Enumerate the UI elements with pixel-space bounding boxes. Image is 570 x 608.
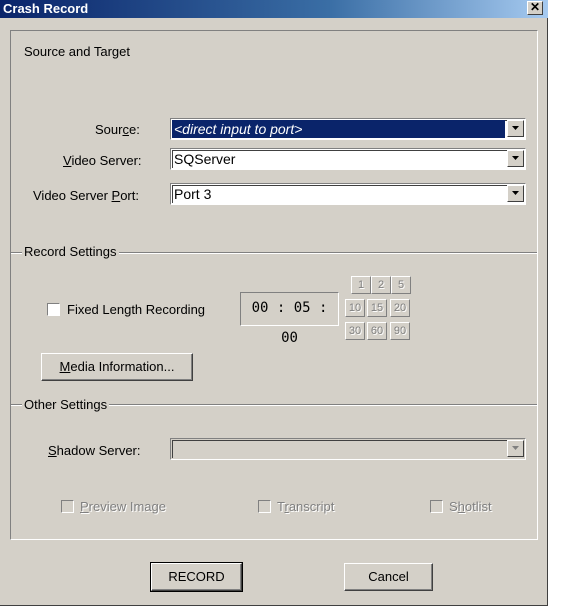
video-server-label: Video Server: (63, 153, 142, 168)
source-label: Source: (95, 122, 140, 137)
source-value: <direct input to port> (172, 120, 505, 138)
video-server-select[interactable]: SQServer (170, 148, 526, 170)
quick-duration-button[interactable]: 20 (390, 299, 410, 317)
quick-duration-buttons: 1 2 5 10 15 20 30 60 90 (345, 276, 417, 343)
shotlist-checkbox[interactable] (430, 500, 443, 513)
cancel-button[interactable]: Cancel (344, 563, 433, 591)
chevron-down-icon (512, 191, 519, 195)
group-title-source-target: Source and Target (22, 44, 132, 59)
transcript-label: Transcript (277, 499, 335, 514)
video-server-port-dropdown-button[interactable] (507, 185, 524, 202)
main-panel (10, 30, 538, 540)
transcript-checkbox[interactable] (258, 500, 271, 513)
source-dropdown-button[interactable] (507, 120, 524, 137)
quick-duration-button[interactable]: 5 (391, 276, 411, 294)
group-title-record-settings: Record Settings (22, 244, 119, 259)
fixed-length-label: Fixed Length Recording (67, 302, 206, 317)
video-server-port-value: Port 3 (174, 186, 212, 202)
shadow-server-select[interactable] (170, 438, 526, 460)
quick-duration-button[interactable]: 60 (367, 322, 387, 340)
preview-image-checkbox[interactable] (61, 500, 74, 513)
video-server-port-label: Video Server Port: (33, 188, 139, 203)
group-title-other-settings: Other Settings (22, 397, 110, 412)
media-information-button[interactable]: Media Information... (41, 353, 193, 381)
shadow-server-label: Shadow Server: (48, 443, 141, 458)
shotlist-label: Shotlist (449, 499, 492, 514)
quick-duration-button[interactable]: 2 (371, 276, 391, 294)
close-button[interactable]: ✕ (527, 1, 543, 15)
quick-duration-button[interactable]: 1 (351, 276, 371, 294)
title-bar[interactable]: Crash Record ✕ (0, 0, 548, 18)
video-server-port-select[interactable]: Port 3 (170, 183, 526, 205)
chevron-down-icon (512, 126, 519, 130)
preview-image-label: Preview Image (80, 499, 166, 514)
quick-duration-button[interactable]: 10 (345, 299, 365, 317)
quick-duration-button[interactable]: 15 (367, 299, 387, 317)
video-server-dropdown-button[interactable] (507, 150, 524, 167)
video-server-value: SQServer (174, 151, 236, 167)
source-select[interactable]: <direct input to port> (170, 118, 526, 140)
fixed-length-checkbox[interactable] (47, 303, 60, 316)
record-duration-field[interactable]: 00 : 05 : 00 (240, 292, 339, 346)
window-title: Crash Record (3, 1, 89, 16)
close-icon: ✕ (529, 0, 541, 14)
record-button[interactable]: RECORD (150, 562, 243, 592)
quick-duration-button[interactable]: 90 (390, 322, 410, 340)
quick-duration-button[interactable]: 30 (345, 322, 365, 340)
crash-record-dialog: Crash Record ✕ Source and Target Source:… (0, 0, 548, 606)
chevron-down-icon (512, 156, 519, 160)
chevron-down-icon (512, 446, 519, 450)
shadow-server-dropdown-button[interactable] (507, 440, 524, 457)
